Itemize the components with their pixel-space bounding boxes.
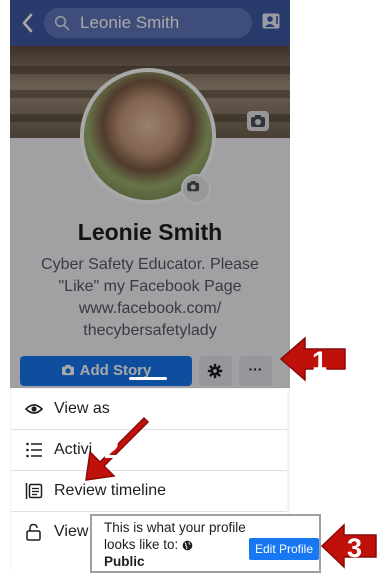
annotation-arrow-2: 2	[85, 416, 150, 481]
tooltip-text: This is what your profile looks like to:…	[104, 519, 254, 570]
annotation-arrow-3: 3	[320, 523, 377, 569]
annotation-label-1: 1	[312, 346, 327, 376]
annotation-label-3: 3	[347, 533, 362, 563]
timeline-icon	[25, 483, 43, 499]
menu-item-label: Review timeline	[54, 482, 167, 499]
phone-screen: Leonie Smith Leonie Smith Cyber Safety E…	[10, 0, 290, 573]
tooltip-message: This is what your profile looks like to:	[104, 520, 246, 552]
list-icon	[26, 442, 42, 458]
sheet-drag-handle[interactable]	[129, 377, 167, 380]
eye-icon	[25, 404, 43, 414]
dim-overlay[interactable]	[10, 0, 290, 388]
annotation-arrow-1: 1	[279, 336, 346, 382]
view-as-tooltip: This is what your profile looks like to:…	[90, 514, 321, 573]
lock-icon	[26, 523, 41, 541]
tooltip-audience: Public	[104, 554, 145, 569]
edit-profile-button[interactable]: Edit Profile	[249, 538, 319, 560]
globe-icon	[182, 540, 193, 551]
annotation-label-2: 2	[104, 434, 119, 464]
menu-item-label: View	[54, 523, 89, 540]
